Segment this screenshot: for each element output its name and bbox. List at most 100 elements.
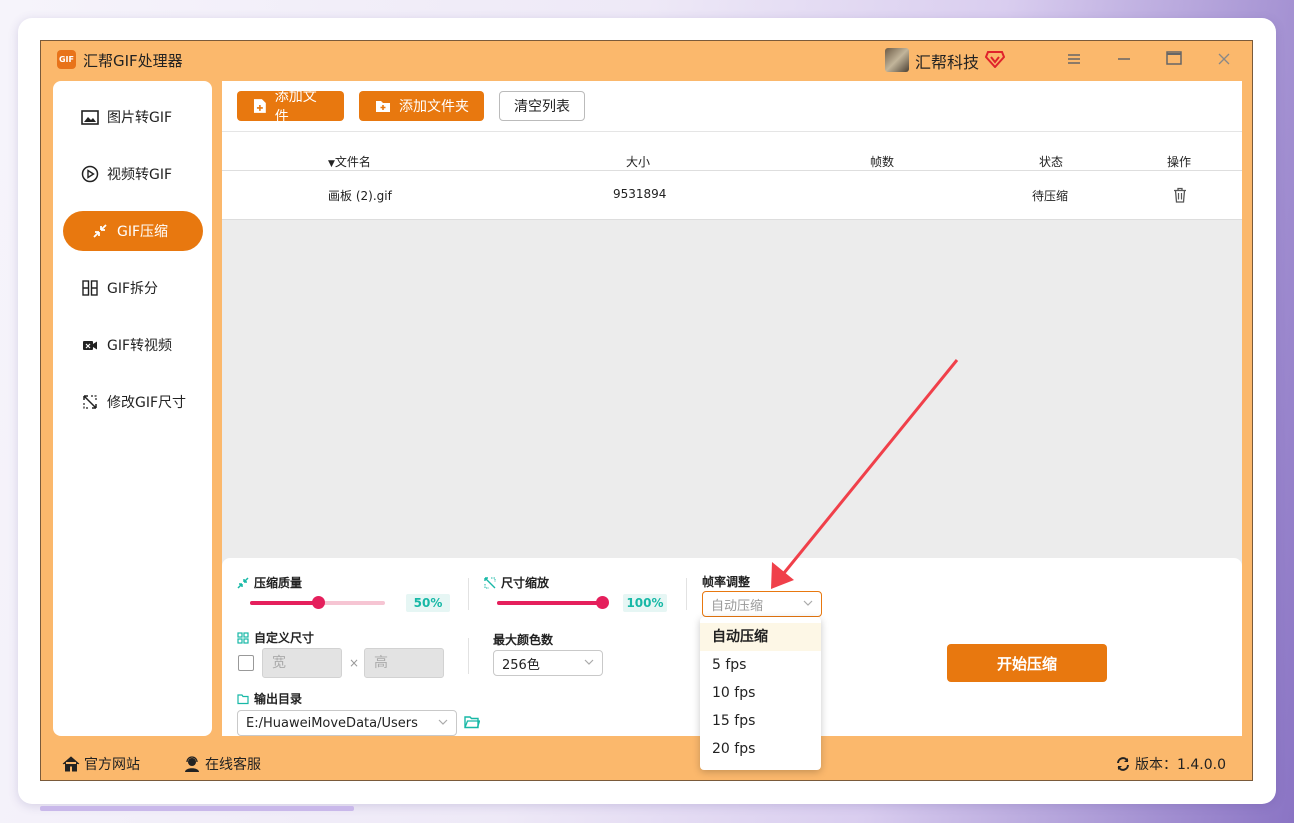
sidebar-item-label: GIF压缩 xyxy=(117,224,169,240)
chevron-down-icon xyxy=(803,600,813,606)
clear-list-button[interactable]: 清空列表 xyxy=(499,91,585,121)
sidebar-item-gif-split[interactable]: GIF拆分 xyxy=(63,268,203,308)
official-website-link[interactable]: 官方网站 xyxy=(62,754,140,774)
framerate-option-5fps[interactable]: 5 fps xyxy=(700,651,821,679)
add-folder-label: 添加文件夹 xyxy=(399,99,469,115)
column-actions: 操作 xyxy=(1167,155,1192,169)
custom-size-label-text: 自定义尺寸 xyxy=(254,631,315,645)
sort-down-icon: ▼ xyxy=(328,159,335,169)
max-colors-select[interactable]: 256色 xyxy=(493,650,603,676)
trash-icon[interactable] xyxy=(1173,187,1187,203)
sidebar-item-image-to-gif[interactable]: 图片转GIF xyxy=(63,97,203,137)
online-support-link[interactable]: 在线客服 xyxy=(183,754,261,774)
refresh-icon[interactable] xyxy=(1115,756,1131,772)
times-sign: × xyxy=(349,656,360,670)
divider xyxy=(468,638,469,674)
grid-icon xyxy=(237,631,249,644)
play-icon xyxy=(81,165,99,183)
framerate-select[interactable]: 自动压缩 xyxy=(702,591,822,617)
maximize-icon[interactable] xyxy=(1164,50,1184,70)
official-website-label: 官方网站 xyxy=(84,757,140,773)
sidebar-item-gif-to-video[interactable]: GIF转视频 xyxy=(63,325,203,365)
scale-slider-thumb[interactable] xyxy=(596,596,609,609)
sidebar-item-gif-compress[interactable]: GIF压缩 xyxy=(63,211,203,251)
toolbar: 添加文件 添加文件夹 清空列表 xyxy=(222,81,1242,131)
app-window: GIF 汇帮GIF处理器 汇帮科技 图片转GIF 视频转GIF GIF压缩 GI… xyxy=(40,40,1253,781)
column-filename[interactable]: ▼文件名 xyxy=(328,153,371,170)
vip-diamond-icon[interactable] xyxy=(985,50,1005,68)
file-name: 画板 (2).gif xyxy=(328,189,392,203)
framerate-option-auto[interactable]: 自动压缩 xyxy=(700,623,821,651)
title-bar: GIF 汇帮GIF处理器 汇帮科技 xyxy=(41,41,1252,79)
output-dir-path: E:/HuaweiMoveData/Users xyxy=(246,715,418,731)
framerate-label-text: 帧率调整 xyxy=(702,575,751,589)
scale-label-text: 尺寸缩放 xyxy=(501,576,550,590)
company-name: 汇帮科技 xyxy=(915,53,980,72)
compress-icon xyxy=(91,222,109,240)
quality-slider-fill xyxy=(250,601,318,605)
column-size: 大小 xyxy=(626,155,651,169)
close-icon[interactable] xyxy=(1214,50,1234,70)
sidebar-item-label: 图片转GIF xyxy=(107,110,173,126)
home-icon xyxy=(62,756,80,772)
max-colors-label: 最大颜色数 xyxy=(493,631,553,648)
framerate-option-10fps[interactable]: 10 fps xyxy=(700,679,821,707)
browse-folder-icon[interactable] xyxy=(464,715,480,729)
split-icon xyxy=(81,279,99,297)
compress-small-icon xyxy=(237,576,249,589)
framerate-option-15fps[interactable]: 15 fps xyxy=(700,707,821,735)
sidebar-item-video-to-gif[interactable]: 视频转GIF xyxy=(63,154,203,194)
resize-icon xyxy=(81,393,99,411)
column-label: 文件名 xyxy=(334,155,371,169)
file-table-header: ▼文件名 大小 帧数 状态 操作 xyxy=(222,131,1242,171)
custom-size-checkbox[interactable] xyxy=(238,655,254,671)
scale-value: 100% xyxy=(623,594,667,612)
quality-label: 压缩质量 xyxy=(237,574,302,591)
online-support-label: 在线客服 xyxy=(205,757,261,773)
chevron-down-icon xyxy=(584,659,594,665)
quality-value: 50% xyxy=(406,594,450,612)
quality-slider-thumb[interactable] xyxy=(311,596,325,609)
decorative-bar xyxy=(40,806,354,811)
column-status: 状态 xyxy=(1039,155,1064,169)
add-folder-button[interactable]: 添加文件夹 xyxy=(359,91,484,121)
sidebar-item-label: GIF转视频 xyxy=(107,338,173,354)
version-label: 版本：1.4.0.0 xyxy=(1135,757,1226,773)
framerate-option-20fps[interactable]: 20 fps xyxy=(700,735,821,763)
divider xyxy=(686,578,687,610)
output-dir-label-text: 输出目录 xyxy=(254,692,303,706)
sidebar-item-label: GIF拆分 xyxy=(107,281,159,297)
scale-label: 尺寸缩放 xyxy=(484,574,549,591)
version-info: 版本：1.4.0.0 xyxy=(1115,754,1226,774)
framerate-dropdown: 自动压缩 5 fps 10 fps 15 fps 20 fps xyxy=(700,617,821,770)
framerate-label: 帧率调整 xyxy=(702,573,750,590)
user-avatar[interactable] xyxy=(885,48,909,72)
width-input[interactable]: 宽 xyxy=(262,648,342,678)
add-file-icon xyxy=(253,99,266,113)
sidebar: 图片转GIF 视频转GIF GIF压缩 GIF拆分 GIF转视频 修改GIF尺寸 xyxy=(53,81,212,736)
app-logo-icon: GIF xyxy=(57,50,76,69)
framerate-selected: 自动压缩 xyxy=(711,598,764,614)
quality-label-text: 压缩质量 xyxy=(254,576,303,590)
image-icon xyxy=(81,108,99,126)
height-input[interactable]: 高 xyxy=(364,648,444,678)
output-dir-label: 输出目录 xyxy=(237,690,302,707)
scale-icon xyxy=(484,576,496,588)
menu-icon[interactable] xyxy=(1064,50,1084,70)
max-colors-selected: 256色 xyxy=(502,657,540,673)
chevron-down-icon xyxy=(438,719,448,725)
column-frames: 帧数 xyxy=(870,155,895,169)
file-size: 9531894 xyxy=(613,187,667,201)
minimize-icon[interactable] xyxy=(1114,50,1134,70)
add-folder-icon xyxy=(376,101,390,112)
table-row[interactable]: 画板 (2).gif 9531894 待压缩 xyxy=(222,171,1242,220)
start-compress-button[interactable]: 开始压缩 xyxy=(947,644,1107,682)
divider xyxy=(468,578,469,610)
sidebar-item-resize-gif[interactable]: 修改GIF尺寸 xyxy=(63,382,203,422)
add-file-button[interactable]: 添加文件 xyxy=(237,89,344,125)
quality-slider[interactable] xyxy=(250,596,385,609)
scale-slider[interactable] xyxy=(497,596,609,609)
output-dir-select[interactable]: E:/HuaweiMoveData/Users xyxy=(237,710,457,736)
file-status: 待压缩 xyxy=(1032,189,1069,203)
sidebar-item-label: 修改GIF尺寸 xyxy=(107,395,187,411)
